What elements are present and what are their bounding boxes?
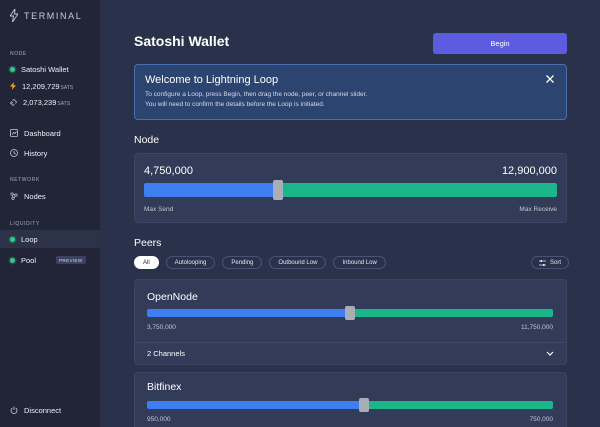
peer-slider-track <box>147 401 553 409</box>
peer-slider[interactable] <box>147 306 553 320</box>
balance-chain-unit: SATS <box>57 100 71 107</box>
balance-chain-row: 2,073,239SATS <box>0 93 100 111</box>
node-heading: Node <box>134 134 160 146</box>
sidebar-item-history[interactable]: History <box>0 144 100 162</box>
sidebar-item-label: Loop <box>21 234 38 244</box>
peer-slider-send-bar <box>147 401 365 409</box>
pool-dot-icon <box>10 257 15 263</box>
chevron-down-icon <box>546 351 554 356</box>
sidebar-item-nodes[interactable]: Nodes <box>0 187 100 205</box>
power-icon <box>10 406 18 414</box>
filter-all[interactable]: All <box>134 256 159 269</box>
node-receive-value: 12,900,000 <box>501 165 557 177</box>
sort-label: Sort <box>550 259 562 266</box>
alert-line-2: You will need to confirm the details bef… <box>145 100 325 108</box>
wallet-name: Satoshi Wallet <box>21 64 69 74</box>
status-dot-icon <box>10 66 15 72</box>
peer-slider-handle[interactable] <box>345 306 355 320</box>
disconnect-button[interactable]: Disconnect <box>0 401 100 419</box>
sidebar-item-label: Dashboard <box>24 128 61 138</box>
peer-card-bitfinex: Bitfinex 950,000 750,000 <box>134 372 567 427</box>
sidebar-item-label: Pool <box>21 255 37 265</box>
preview-badge: PREVIEW <box>56 256 86 264</box>
node-card: 4,750,000 12,900,000 Max Send Max Receiv… <box>134 153 567 223</box>
lightning-logo-icon <box>10 9 18 22</box>
page-title: Satoshi Wallet <box>134 33 230 49</box>
dashboard-icon <box>10 129 18 137</box>
sidebar-item-label: Nodes <box>24 191 46 201</box>
alert-line-1: To configure a Loop, press Begin, then d… <box>145 91 368 98</box>
brand[interactable]: TERMINAL <box>10 9 82 22</box>
node-slider-receive-bar <box>278 183 557 197</box>
peer-slider-send-bar <box>147 309 350 317</box>
balance-chain-value: 2,073,239 <box>23 97 57 107</box>
peer-slider-receive-bar <box>364 401 553 409</box>
max-receive-label: Max Receive <box>519 206 557 213</box>
brand-name: TERMINAL <box>24 10 83 21</box>
channels-toggle[interactable]: 2 Channels <box>135 342 566 364</box>
disconnect-label: Disconnect <box>24 405 62 415</box>
peer-slider-handle[interactable] <box>359 398 370 412</box>
welcome-alert: Welcome to Lightning Loop To configure a… <box>134 64 567 120</box>
sort-icon <box>539 259 546 266</box>
max-send-label: Max Send <box>144 206 174 213</box>
peer-slider[interactable] <box>147 398 553 412</box>
peer-name: Bitfinex <box>147 381 182 393</box>
peer-receive-value: 750,000 <box>529 416 554 423</box>
sort-button[interactable]: Sort <box>531 256 570 269</box>
peer-filters: All Autolooping Pending Outbound Low Inb… <box>134 256 386 269</box>
alert-title: Welcome to Lightning Loop <box>145 74 279 86</box>
node-send-value: 4,750,000 <box>144 165 193 177</box>
history-icon <box>10 149 18 157</box>
node-slider-send-bar <box>144 183 279 197</box>
begin-button[interactable]: Begin <box>433 33 567 54</box>
nodes-icon <box>10 192 18 200</box>
peer-slider-receive-bar <box>350 309 553 317</box>
sidebar-item-loop[interactable]: Loop <box>0 230 100 248</box>
sidebar-item-pool[interactable]: Pool PREVIEW <box>0 251 100 269</box>
channels-count: 2 Channels <box>147 349 185 358</box>
balance-lightning-unit: SATS <box>60 84 74 91</box>
lightning-icon <box>10 82 16 90</box>
section-label-liquidity: LIQUIDITY <box>10 221 40 227</box>
peer-receive-value: 11,750,000 <box>520 324 553 331</box>
node-slider-track <box>144 183 557 197</box>
peer-send-value: 950,000 <box>147 416 171 423</box>
peer-name: OpenNode <box>147 291 198 303</box>
loop-dot-icon <box>10 236 15 242</box>
peer-send-value: 3,750,000 <box>147 324 176 331</box>
wallet-name-row: Satoshi Wallet <box>0 60 100 78</box>
close-icon[interactable] <box>545 74 555 84</box>
filter-pending[interactable]: Pending <box>222 256 263 269</box>
sidebar-item-label: History <box>24 148 48 158</box>
node-slider[interactable] <box>144 180 557 200</box>
section-label-node: NODE <box>10 51 27 57</box>
filter-autolooping[interactable]: Autolooping <box>165 256 216 269</box>
sidebar: TERMINAL NODE Satoshi Wallet 12,209,729S… <box>0 0 100 427</box>
peer-card-opennode: OpenNode 3,750,000 11,750,000 2 Channels <box>134 279 567 365</box>
sidebar-item-dashboard[interactable]: Dashboard <box>0 124 100 142</box>
peers-heading: Peers <box>134 237 162 249</box>
balance-lightning-value: 12,209,729 <box>22 81 60 91</box>
section-label-network: NETWORK <box>10 177 40 183</box>
node-slider-handle[interactable] <box>273 180 284 200</box>
main-content: Satoshi Wallet Begin Welcome to Lightnin… <box>100 0 600 427</box>
filter-outbound-low[interactable]: Outbound Low <box>269 256 327 269</box>
filter-inbound-low[interactable]: Inbound Low <box>333 256 386 269</box>
link-icon <box>10 98 17 106</box>
